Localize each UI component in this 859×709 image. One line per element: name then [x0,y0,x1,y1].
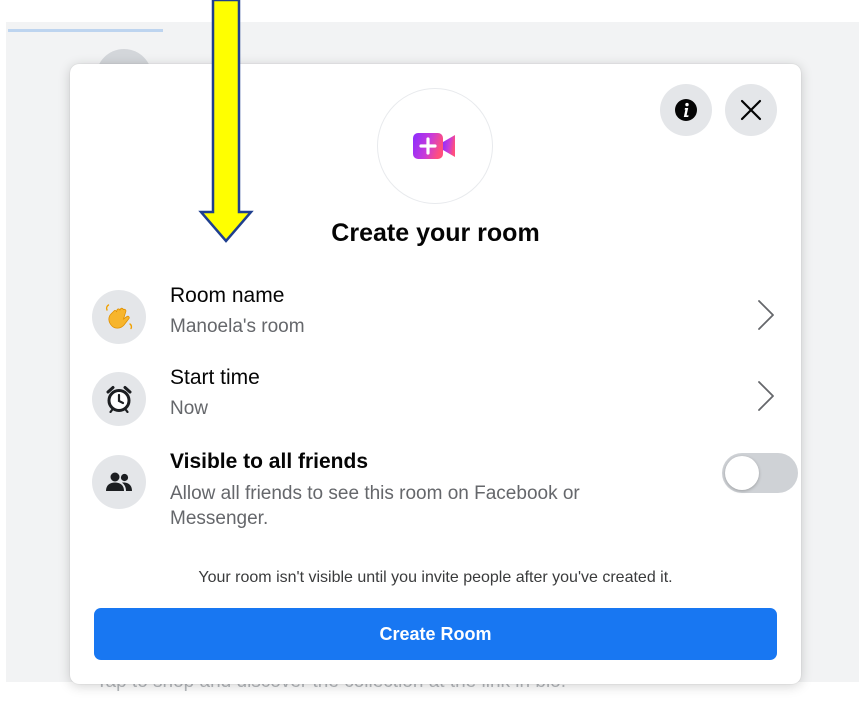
start-time-label: Start time [170,366,260,389]
friends-icon [106,472,132,491]
video-room-plus-icon [413,133,455,159]
room-name-icon-circle [92,290,146,344]
room-name-label: Room name [170,284,285,307]
alarm-clock-icon [106,386,132,413]
chevron-right-icon [758,381,774,411]
create-room-dialog: Create your room Room name Manoela's roo… [70,64,801,684]
toggle-knob [725,456,759,490]
create-room-button[interactable]: Create Room [94,608,777,660]
info-icon [675,99,697,121]
start-time-row[interactable]: Start time Now [92,361,782,431]
yellow-arrow-down-icon [198,0,254,243]
start-time-icon-circle [92,372,146,426]
visibility-row: Visible to all friends Allow all friends… [92,444,798,544]
visibility-description: Allow all friends to see this room on Fa… [170,483,580,529]
visibility-icon-circle [92,455,146,509]
visibility-label: Visible to all friends [170,450,369,473]
start-time-value: Now [170,398,209,419]
dialog-title: Create your room [331,219,540,247]
close-icon [740,99,762,121]
room-name-value: Manoela's room [170,316,305,337]
close-button[interactable] [725,84,777,136]
visibility-note: Your room isn't visible until you invite… [198,569,673,586]
room-name-row[interactable]: Room name Manoela's room [92,280,782,350]
waving-hand-icon [105,304,133,330]
info-button[interactable] [660,84,712,136]
screen: Tap to shop and discover the collection … [0,0,859,709]
room-hero [377,88,493,204]
visibility-toggle[interactable] [722,453,798,493]
background-progress-bar [8,29,163,32]
chevron-right-icon [758,300,774,330]
